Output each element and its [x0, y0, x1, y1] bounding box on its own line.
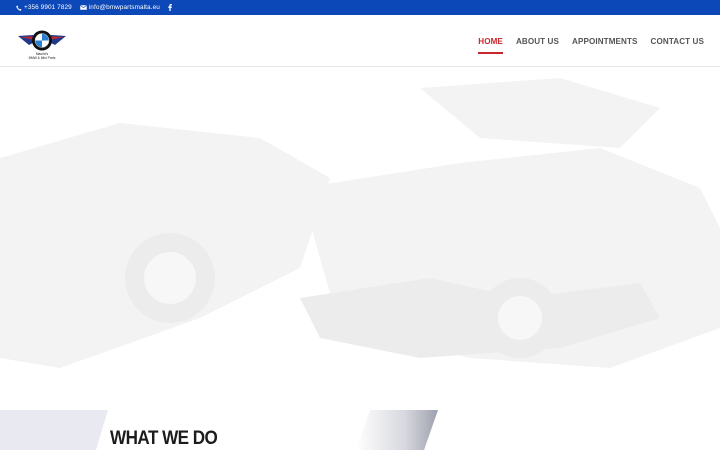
envelope-icon [79, 5, 87, 10]
phone-icon [16, 4, 22, 11]
what-we-do-section: WHAT WE DO [0, 410, 720, 450]
hero-background-image [0, 78, 720, 368]
nav-item-contact-us[interactable]: CONTACT US [651, 37, 704, 46]
logo-line-2: BMW & Mini Parts [28, 56, 56, 60]
email-link[interactable]: info@bmwpartsmalta.eu [79, 4, 160, 11]
email-address: info@bmwpartsmalta.eu [88, 4, 160, 11]
nav-item-home[interactable]: HOME [478, 37, 503, 54]
bmw-roundel-logo-icon [18, 30, 66, 51]
facebook-icon [168, 4, 172, 11]
main-navigation: HOME ABOUT US APPOINTMENTS CONTACT US [465, 37, 704, 54]
nav-item-about-us[interactable]: ABOUT US [516, 37, 559, 46]
nav-item-appointments[interactable]: APPOINTMENTS [572, 37, 638, 46]
site-logo[interactable]: Maurid's BMW & Mini Parts [17, 29, 67, 61]
phone-number: +356 9901 7829 [24, 4, 72, 11]
section-title: WHAT WE DO [110, 428, 218, 449]
phone-link[interactable]: +356 9901 7829 [16, 4, 72, 11]
facebook-link[interactable] [168, 4, 174, 11]
hero-banner [0, 68, 720, 410]
site-header: Maurid's BMW & Mini Parts HOME ABOUT US … [0, 15, 720, 67]
section-decor-shapes [0, 410, 438, 450]
top-contact-bar: +356 9901 7829 info@bmwpartsmalta.eu [0, 0, 720, 15]
